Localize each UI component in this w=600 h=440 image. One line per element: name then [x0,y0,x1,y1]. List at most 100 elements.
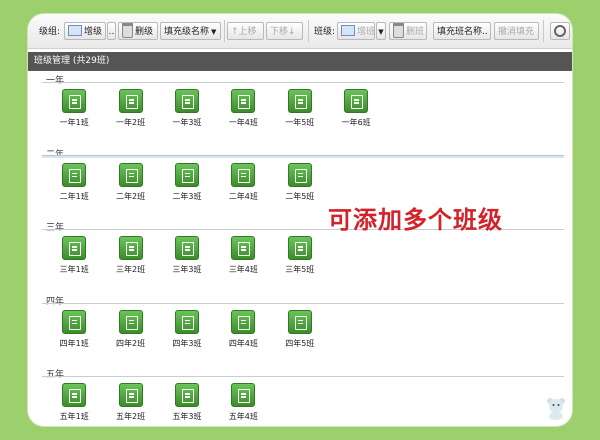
class-item[interactable]: 二年2班 [102,162,158,202]
class-label: 四年5班 [285,338,315,348]
add-class-icon [341,25,355,36]
class-label: 一年1班 [59,118,89,127]
panel-header: 班级管理 (共29班) [28,52,572,71]
class-items: 二年1班 二年2班 二年3班 二年4班 二年5班 [46,162,328,202]
class-item[interactable]: 一年2班 [102,89,158,128]
delete-class-button[interactable]: 删班 [389,22,427,40]
grade-title[interactable]: 一年 [46,73,64,86]
class-label: 五年1班 [59,412,89,421]
class-item[interactable]: 五年2班 [102,383,158,422]
class-item[interactable]: 一年3班 [159,89,215,128]
search-button[interactable] [550,22,570,40]
class-item[interactable]: 一年1班 [46,89,102,128]
class-label: 一年3班 [172,118,202,127]
class-item[interactable]: 一年4班 [215,89,271,128]
class-item[interactable]: 四年1班 [46,309,102,349]
grade-section: 四年四年1班 四年2班 四年3班 四年4班 四年5班 [28,294,572,368]
annotation-text: 可添加多个班级 [328,206,503,234]
class-item[interactable]: 三年1班 [46,236,102,275]
class-item[interactable]: 三年4班 [215,236,271,275]
class-book-icon [174,383,199,407]
class-label: 五年4班 [228,412,258,421]
dropdown-arrow-icon: ▼ [211,28,217,36]
class-label: 二年2班 [116,191,146,201]
class-item[interactable]: 四年5班 [272,309,328,349]
class-item[interactable]: 二年1班 [46,162,102,202]
class-book-icon [287,309,312,334]
class-item[interactable]: 五年3班 [159,383,215,422]
class-item[interactable]: 三年3班 [159,236,215,275]
class-label: 三年1班 [59,265,89,274]
separator [308,20,309,42]
class-item[interactable]: 三年2班 [102,236,158,275]
class-book-icon [62,309,87,334]
class-book-icon [231,383,256,407]
class-item[interactable]: 二年4班 [215,162,271,202]
class-label: 四年4班 [228,338,258,348]
class-item[interactable]: 五年4班 [215,383,271,422]
class-item[interactable]: 四年4班 [215,309,271,349]
class-book-icon [231,89,256,113]
class-item[interactable]: 一年5班 [272,89,328,128]
separator [543,20,544,42]
class-item[interactable]: 二年3班 [159,162,215,202]
class-book-icon [287,236,312,260]
class-item[interactable]: 四年2班 [102,309,158,349]
delete-grade-button[interactable]: 删级 [118,22,158,40]
class-book-icon [174,309,199,334]
fill-grade-name-dropdown[interactable]: 填充级名称 ▼ [160,22,221,40]
class-items: 一年1班 一年2班 一年3班 一年4班 一年5班 一年6班 [46,89,384,128]
grade-title[interactable]: 五年 [46,367,64,380]
add-class-button[interactable]: 增班 [337,22,375,40]
move-down-button[interactable]: 下移↓ [266,22,303,40]
class-book-icon [62,89,87,113]
grade-more-button[interactable]: .. [107,22,116,40]
grade-title[interactable]: 三年 [46,220,64,233]
class-label: 三年2班 [116,265,146,274]
class-book-icon [118,383,143,407]
grade-section: 一年一年1班 一年2班 一年3班 一年4班 一年5班 一年6班 [28,73,572,147]
class-label: 一年5班 [285,118,315,127]
class-label: 五年3班 [172,412,202,421]
class-label: 四年2班 [116,338,146,348]
class-item[interactable]: 一年6班 [328,89,384,128]
dropdown-arrow-icon: ▼ [378,28,384,36]
grade-divider [42,376,564,377]
separator [224,20,225,42]
class-book-icon [62,383,87,407]
class-book-icon [344,89,369,113]
class-item[interactable]: 二年5班 [272,162,328,202]
class-label: 四年1班 [59,338,89,348]
add-grade-icon [68,25,82,36]
class-list: 一年一年1班 一年2班 一年3班 一年4班 一年5班 一年6班二年二年1班 二年2班 二年3班… [28,71,572,426]
class-items: 四年1班 四年2班 四年3班 四年4班 四年5班 [46,309,328,349]
cancel-fill-button[interactable]: 撤消填充 [494,22,539,40]
class-label: 二年4班 [228,191,258,201]
grade-divider [42,302,564,304]
class-book-icon [118,236,143,260]
class-book-icon [118,89,143,113]
class-items: 五年1班 五年2班 五年3班 五年4班 [46,383,272,422]
class-item[interactable]: 五年1班 [46,383,102,422]
class-item[interactable]: 三年5班 [272,236,328,275]
class-book-icon [287,162,312,187]
class-book-icon [231,162,256,187]
class-add-dropdown-arrow[interactable]: ▼ [376,22,386,40]
fill-class-name-button[interactable]: 填充班名称.. [433,22,491,40]
trash-icon [393,23,404,38]
class-book-icon [62,162,87,187]
add-grade-button[interactable]: 增级 [64,22,106,40]
class-label: 三年5班 [285,265,315,274]
move-up-button[interactable]: ↑上移 [227,22,264,40]
class-label: 四年3班 [172,338,202,348]
class-label: 一年4班 [228,118,258,127]
class-label: 二年1班 [59,191,89,201]
class-book-icon [231,309,256,334]
grade-divider [42,154,564,158]
grade-title[interactable]: 二年 [46,147,64,160]
grade-title[interactable]: 四年 [46,294,64,307]
class-book-icon [118,162,143,187]
class-label: 三年3班 [172,265,202,274]
grade-section: 五年五年1班 五年2班 五年3班 五年4班 [28,367,572,426]
class-item[interactable]: 四年3班 [159,309,215,349]
